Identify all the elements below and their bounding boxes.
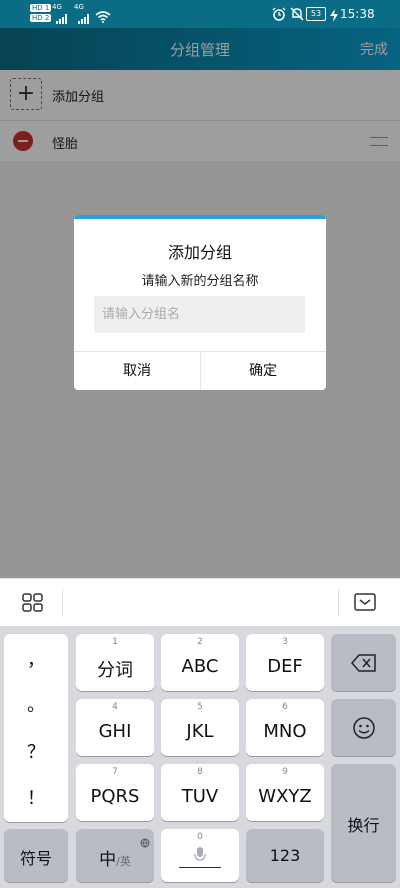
key-5[interactable]: 5 JKL — [161, 699, 239, 756]
symbols-key[interactable]: 符号 — [4, 829, 68, 882]
hide-keyboard-icon[interactable] — [354, 593, 376, 615]
punctuation-panel: ， 。 ？ ！ — [4, 634, 68, 822]
key-label: GHI — [98, 721, 132, 742]
space-bar-line — [179, 867, 221, 868]
backspace-icon — [351, 654, 377, 676]
key-number: 6 — [282, 702, 288, 712]
key-number: 2 — [197, 637, 203, 647]
language-switch-key[interactable]: 中/英 — [76, 829, 154, 882]
enter-label: 换行 — [347, 816, 380, 835]
alarm-icon — [272, 6, 286, 25]
key-number: 1 — [112, 637, 118, 647]
wifi-icon — [95, 8, 111, 27]
key-number: 3 — [282, 637, 288, 647]
key-label: ABC — [181, 656, 219, 677]
battery-indicator: 53 — [306, 7, 326, 21]
key-7[interactable]: 7 PQRS — [76, 764, 154, 821]
key-label: MNO — [263, 721, 307, 742]
keyboard: ， 。 ？ ！ 1 分词 2 ABC 3 DEF 4 GHI 5 JKL 6 M… — [0, 626, 400, 888]
punct-exclaim-key[interactable]: ！ — [4, 784, 68, 810]
emoji-key[interactable] — [331, 699, 396, 756]
toolbar-divider — [62, 589, 63, 617]
key-2[interactable]: 2 ABC — [161, 634, 239, 691]
group-name-input[interactable] — [94, 296, 305, 333]
keyboard-toolbar — [0, 578, 400, 627]
status-bar: HD 1 HD 2 4G 4G 53 15:38 — [0, 0, 400, 28]
key-label: WXYZ — [258, 786, 312, 807]
language-labels: 中/英 — [76, 845, 154, 870]
grid-menu-icon[interactable] — [22, 593, 44, 617]
smiley-icon — [352, 716, 376, 744]
numbers-key[interactable]: 123 — [246, 829, 324, 882]
sim1-label: HD 1 — [30, 4, 52, 12]
key-number: 7 — [112, 767, 118, 777]
key-3[interactable]: 3 DEF — [246, 634, 324, 691]
key-number: 5 — [197, 702, 203, 712]
key-4[interactable]: 4 GHI — [76, 699, 154, 756]
battery-level: 53 — [310, 9, 322, 18]
space-key[interactable]: 0 — [161, 829, 239, 882]
toolbar-divider — [338, 589, 339, 617]
punct-question-key[interactable]: ？ — [4, 738, 68, 764]
key-label: DEF — [267, 656, 303, 677]
signal1-icon — [56, 9, 70, 28]
dialog-title: 添加分组 — [167, 243, 232, 262]
key-label: JKL — [186, 721, 214, 742]
key-number: 9 — [282, 767, 288, 777]
key-6[interactable]: 6 MNO — [246, 699, 324, 756]
key-1[interactable]: 1 分词 — [76, 634, 154, 691]
numbers-label: 123 — [269, 846, 301, 865]
cancel-button[interactable]: 取消 — [74, 352, 200, 390]
key-9[interactable]: 9 WXYZ — [246, 764, 324, 821]
key-number: 4 — [112, 702, 118, 712]
charging-icon — [330, 7, 338, 26]
space-number: 0 — [197, 832, 203, 842]
key-label: PQRS — [90, 786, 140, 807]
enter-key[interactable]: 换行 — [331, 764, 396, 882]
key-8[interactable]: 8 TUV — [161, 764, 239, 821]
confirm-button[interactable]: 确定 — [200, 352, 326, 390]
backspace-key[interactable] — [331, 634, 396, 691]
symbols-label: 符号 — [19, 849, 52, 868]
add-group-dialog: 添加分组 请输入新的分组名称 取消 确定 — [74, 215, 326, 390]
mute-icon — [290, 6, 304, 25]
microphone-icon — [193, 846, 207, 868]
english-label: /英 — [116, 855, 131, 868]
key-number: 8 — [197, 767, 203, 777]
sim2-label: HD 2 — [30, 14, 52, 22]
punct-comma-key[interactable]: ， — [4, 646, 68, 672]
dialog-accent-bar — [74, 215, 326, 219]
chinese-label: 中 — [99, 850, 117, 870]
key-label: 分词 — [97, 660, 133, 681]
key-label: TUV — [181, 786, 219, 807]
punct-period-key[interactable]: 。 — [4, 691, 68, 717]
dialog-subtitle: 请输入新的分组名称 — [141, 274, 259, 289]
signal2-icon — [78, 9, 92, 28]
clock: 15:38 — [340, 7, 375, 21]
